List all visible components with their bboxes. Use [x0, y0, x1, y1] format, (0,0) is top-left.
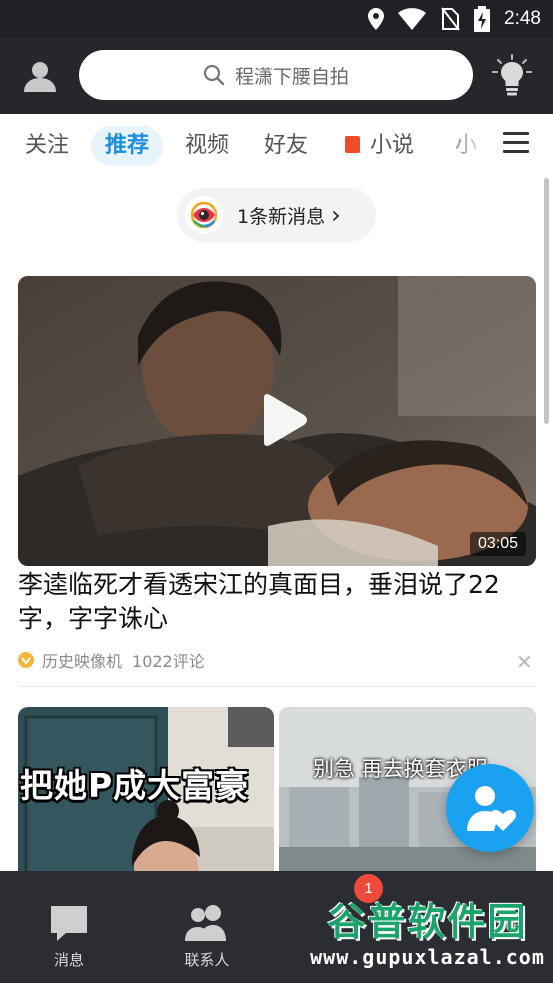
tab-recommended[interactable]: 推荐 — [91, 126, 164, 166]
scrollbar[interactable] — [544, 178, 549, 424]
thumbnail-left-caption: 把她P成大富豪 — [20, 766, 250, 805]
verified-badge-icon — [18, 652, 34, 668]
menu-icon-line — [503, 132, 529, 135]
tab-novel[interactable]: 小说 — [345, 126, 414, 166]
tab-follow[interactable]: 关注 — [25, 126, 69, 166]
search-input[interactable]: 程潇下腰自拍 — [79, 50, 473, 100]
search-icon — [203, 64, 225, 86]
nav-contacts[interactable]: 联系人 — [157, 903, 257, 970]
tab-video[interactable]: 视频 — [185, 126, 229, 166]
friend-heart-icon — [467, 786, 516, 831]
chevron-right-icon: › — [331, 201, 341, 229]
channel-menu-button[interactable] — [503, 132, 529, 158]
app-header: 程潇下腰自拍 — [0, 38, 553, 114]
status-bar: 2:48 — [0, 0, 553, 38]
battery-charging-icon — [474, 6, 491, 32]
play-icon[interactable] — [252, 390, 312, 450]
article-meta: 历史映像机 1022评论 — [18, 648, 536, 672]
eye-icon — [185, 196, 223, 234]
watermark-url: www.gupuxlazal.com — [310, 945, 545, 969]
tab-friends[interactable]: 好友 — [264, 126, 308, 166]
new-messages-label: 1条新消息 — [237, 205, 326, 228]
contacts-icon — [185, 905, 226, 941]
video-thumbnail-left[interactable]: 把她P成大富豪 — [18, 707, 274, 877]
notification-badge: 1 — [354, 874, 383, 903]
article-comments: 1022评论 — [132, 652, 205, 671]
user-icon — [24, 62, 56, 92]
article-source[interactable]: 历史映像机 — [42, 648, 122, 672]
chat-icon — [51, 906, 87, 941]
tabs-fade — [440, 114, 490, 178]
video-duration: 03:05 — [469, 532, 526, 556]
lightbulb-icon — [492, 54, 532, 96]
nav-messages[interactable]: 消息 — [19, 903, 119, 970]
menu-icon-line — [503, 150, 529, 153]
add-friend-fab[interactable] — [446, 764, 534, 852]
new-messages-pill[interactable]: 1条新消息 › — [177, 188, 376, 242]
divider — [18, 686, 536, 687]
wifi-icon — [398, 8, 427, 30]
site-watermark: 谷普软件园 www.gupuxlazal.com — [302, 900, 553, 980]
status-time: 2:48 — [504, 8, 541, 29]
watermark-title: 谷普软件园 — [327, 900, 528, 944]
book-icon — [345, 135, 360, 153]
nav-contacts-label: 联系人 — [184, 951, 230, 969]
no-sim-icon — [441, 7, 460, 31]
status-icons: 2:48 — [368, 6, 541, 32]
nav-messages-label: 消息 — [53, 951, 84, 969]
profile-button[interactable] — [22, 58, 58, 94]
search-placeholder: 程潇下腰自拍 — [234, 65, 349, 88]
location-icon — [368, 8, 385, 30]
tab-novel-label: 小说 — [370, 133, 415, 158]
article-title[interactable]: 李逵临死才看透宋江的真面目，垂泪说了22字，字字诛心 — [18, 568, 536, 636]
video-thumbnail[interactable]: 03:05 — [18, 276, 536, 566]
lightbulb-button[interactable] — [492, 54, 532, 96]
dismiss-icon[interactable]: ✕ — [516, 650, 533, 674]
menu-icon-line — [503, 141, 529, 144]
